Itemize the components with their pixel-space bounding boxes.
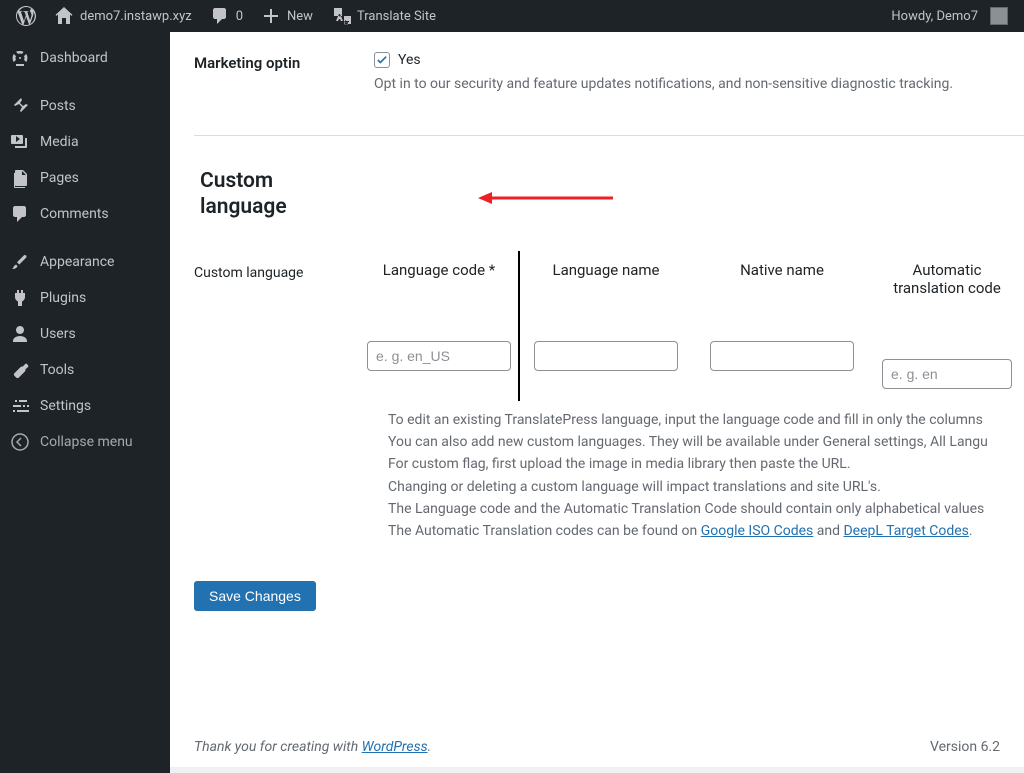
comments-count: 0: [236, 9, 243, 24]
sidebar-label: Collapse menu: [40, 434, 133, 450]
dashboard-icon: [10, 48, 30, 68]
topbar-right: Howdy, Demo7: [883, 0, 1016, 32]
help-line: You can also add new custom languages. T…: [388, 431, 1024, 453]
sidebar-item-posts[interactable]: Posts: [0, 88, 170, 124]
sidebar-item-plugins[interactable]: Plugins: [0, 280, 170, 316]
sidebar-item-comments[interactable]: Comments: [0, 196, 170, 232]
main-content: Marketing optin Yes Opt in to our securi…: [170, 32, 1024, 767]
check-icon: [377, 55, 387, 65]
custom-language-row-label: Custom language: [194, 261, 360, 389]
optin-checkbox-row: Yes: [374, 52, 1024, 68]
optin-description: Opt in to our security and feature updat…: [374, 74, 1024, 95]
sidebar-item-appearance[interactable]: Appearance: [0, 244, 170, 280]
help-line: To edit an existing TranslatePress langu…: [388, 409, 1024, 431]
wordpress-icon: [16, 6, 36, 26]
avatar: [990, 7, 1008, 25]
footer-version: Version 6.2: [930, 739, 1000, 755]
wordpress-link[interactable]: WordPress: [362, 739, 428, 755]
plus-icon: [261, 6, 281, 26]
help-line: Changing or deleting a custom language w…: [388, 476, 1024, 498]
account-link[interactable]: Howdy, Demo7: [883, 0, 1016, 32]
column-auto-translation-code: Automatic translation code: [870, 261, 1024, 389]
sidebar-item-collapse[interactable]: Collapse menu: [0, 424, 170, 460]
plug-icon: [10, 288, 30, 308]
translate-site-link[interactable]: Translate Site: [323, 0, 444, 32]
sidebar-label: Media: [40, 134, 79, 150]
sidebar-label: Comments: [40, 206, 109, 222]
sidebar-separator: [0, 232, 170, 244]
translate-label: Translate Site: [357, 9, 436, 24]
sidebar-separator: [0, 76, 170, 88]
sidebar-item-tools[interactable]: Tools: [0, 352, 170, 388]
sidebar-label: Dashboard: [40, 50, 108, 66]
sidebar-label: Users: [40, 326, 76, 342]
admin-sidebar: Dashboard Posts Media Pages Comments App…: [0, 32, 170, 773]
media-icon: [10, 132, 30, 152]
sliders-icon: [10, 396, 30, 416]
pin-icon: [10, 96, 30, 116]
marketing-optin-body: Yes Opt in to our security and feature u…: [374, 52, 1024, 95]
sidebar-label: Pages: [40, 170, 79, 186]
annotation-arrow: [478, 188, 618, 208]
google-iso-link[interactable]: Google ISO Codes: [701, 523, 814, 539]
new-link[interactable]: New: [253, 0, 321, 32]
sidebar-label: Posts: [40, 98, 76, 114]
column-language-code: Language code *: [360, 261, 518, 389]
howdy-text: Howdy, Demo7: [891, 9, 978, 24]
col-head-code: Language code *: [383, 261, 495, 279]
language-code-input[interactable]: [367, 341, 511, 371]
sidebar-item-media[interactable]: Media: [0, 124, 170, 160]
language-name-input[interactable]: [534, 341, 678, 371]
custom-language-columns: Language code * Language name Native nam…: [360, 261, 1024, 389]
comments-icon: [10, 204, 30, 224]
help-line: The Automatic Translation codes can be f…: [388, 520, 1024, 542]
column-divider: [518, 251, 520, 401]
translate-icon: [331, 6, 351, 26]
sidebar-item-pages[interactable]: Pages: [0, 160, 170, 196]
column-language-name: Language name: [518, 261, 694, 389]
sidebar-label: Plugins: [40, 290, 86, 306]
sidebar-label: Tools: [40, 362, 74, 378]
native-name-input[interactable]: [710, 341, 854, 371]
footer-thanks: Thank you for creating with WordPress.: [194, 739, 431, 755]
admin-topbar: demo7.instawp.xyz 0 New Translate Site H…: [0, 0, 1024, 32]
topbar-left: demo7.instawp.xyz 0 New Translate Site: [8, 0, 883, 32]
comments-link[interactable]: 0: [202, 0, 251, 32]
pages-icon: [10, 168, 30, 188]
col-head-name: Language name: [552, 261, 659, 279]
wp-logo[interactable]: [8, 0, 44, 32]
optin-yes-label: Yes: [398, 52, 421, 68]
admin-footer: Thank you for creating with WordPress. V…: [194, 720, 1000, 773]
help-line: For custom flag, first upload the image …: [388, 453, 1024, 475]
wrench-icon: [10, 360, 30, 380]
save-button[interactable]: Save Changes: [194, 581, 316, 611]
brush-icon: [10, 252, 30, 272]
column-native-name: Native name: [694, 261, 870, 389]
help-line: The Language code and the Automatic Tran…: [388, 498, 1024, 520]
col-head-auto: Automatic translation code: [877, 261, 1017, 297]
custom-language-table: Custom language Language code * Language…: [170, 241, 1024, 389]
site-name: demo7.instawp.xyz: [80, 9, 192, 24]
optin-checkbox[interactable]: [374, 52, 390, 68]
sidebar-label: Appearance: [40, 254, 114, 270]
help-text-block: To edit an existing TranslatePress langu…: [194, 389, 1024, 543]
col-head-native: Native name: [740, 261, 824, 279]
site-home-link[interactable]: demo7.instawp.xyz: [46, 0, 200, 32]
deepl-codes-link[interactable]: DeepL Target Codes: [843, 523, 968, 539]
collapse-icon: [10, 432, 30, 452]
user-icon: [10, 324, 30, 344]
home-icon: [54, 6, 74, 26]
custom-language-heading-row: Custom language: [170, 136, 1024, 241]
comment-icon: [210, 6, 230, 26]
marketing-optin-label: Marketing optin: [194, 52, 374, 95]
marketing-optin-row: Marketing optin Yes Opt in to our securi…: [170, 32, 1024, 135]
sidebar-item-users[interactable]: Users: [0, 316, 170, 352]
new-label: New: [287, 9, 313, 24]
sidebar-label: Settings: [40, 398, 91, 414]
sidebar-item-settings[interactable]: Settings: [0, 388, 170, 424]
save-button-row: Save Changes: [170, 543, 1024, 611]
auto-translation-code-input[interactable]: [882, 359, 1012, 389]
sidebar-item-dashboard[interactable]: Dashboard: [0, 40, 170, 76]
